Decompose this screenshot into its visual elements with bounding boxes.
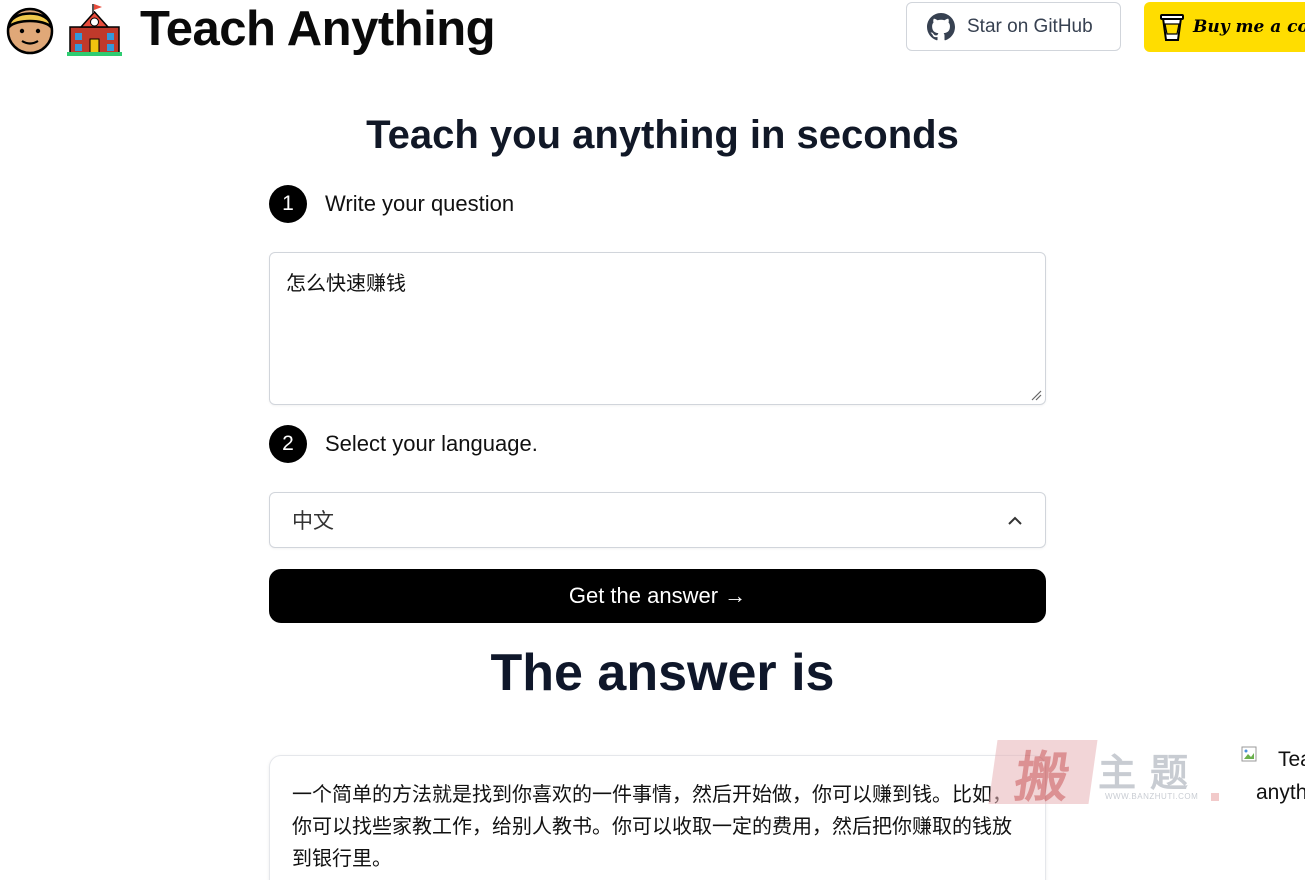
buy-coffee-label: Buy me a coffee bbox=[1193, 17, 1305, 37]
watermark-text: 主题 bbox=[1098, 750, 1203, 795]
star-github-label: Star on GitHub bbox=[967, 15, 1093, 37]
answer-content: 一个简单的方法就是找到你喜欢的一件事情，然后开始做，你可以赚到钱。比如，你可以找… bbox=[269, 755, 1046, 880]
step-number-badge: 2 bbox=[269, 425, 307, 463]
buy-coffee-button[interactable]: Buy me a coffee bbox=[1144, 2, 1305, 52]
language-selected-value: 中文 bbox=[292, 509, 334, 533]
boy-emoji-icon bbox=[6, 7, 54, 55]
language-select[interactable]: 中文 bbox=[269, 492, 1046, 548]
broken-image-icon bbox=[1241, 746, 1257, 762]
broken-image-alt-line1: Tea bbox=[1278, 748, 1305, 771]
step-write-question: 1 Write your question bbox=[269, 185, 514, 223]
brand-title[interactable]: Teach Anything bbox=[140, 0, 496, 58]
star-github-button[interactable]: Star on GitHub bbox=[906, 2, 1121, 51]
chevron-up-icon bbox=[1008, 516, 1022, 525]
github-icon bbox=[927, 12, 955, 40]
watermark-url: WWW.BANZHUTI.COM bbox=[1105, 792, 1199, 801]
get-answer-button[interactable]: Get the answer → bbox=[269, 569, 1046, 623]
page-title: Teach you anything in seconds bbox=[366, 113, 959, 157]
broken-image-alt-line2: anyth bbox=[1256, 781, 1305, 804]
school-emoji-icon bbox=[67, 4, 122, 56]
watermark-logo: 搬 主题 WWW.BANZHUTI.COM bbox=[988, 740, 1223, 809]
step-select-language: 2 Select your language. bbox=[269, 425, 538, 463]
resize-handle-icon[interactable] bbox=[1030, 389, 1042, 401]
answer-heading: The answer is bbox=[490, 644, 835, 702]
step-number-badge: 1 bbox=[269, 185, 307, 223]
question-textarea[interactable]: 怎么快速赚钱 bbox=[269, 252, 1046, 405]
step-label: Write your question bbox=[325, 191, 515, 216]
broken-image: Tea anyth bbox=[1240, 745, 1305, 815]
coffee-cup-icon bbox=[1160, 14, 1184, 41]
site-header: Teach Anything Star on GitHub Buy me a c… bbox=[0, 0, 1305, 60]
watermark-big-char: 搬 bbox=[988, 740, 1098, 809]
watermark-dot bbox=[1211, 793, 1219, 801]
step-label: Select your language. bbox=[325, 431, 538, 456]
